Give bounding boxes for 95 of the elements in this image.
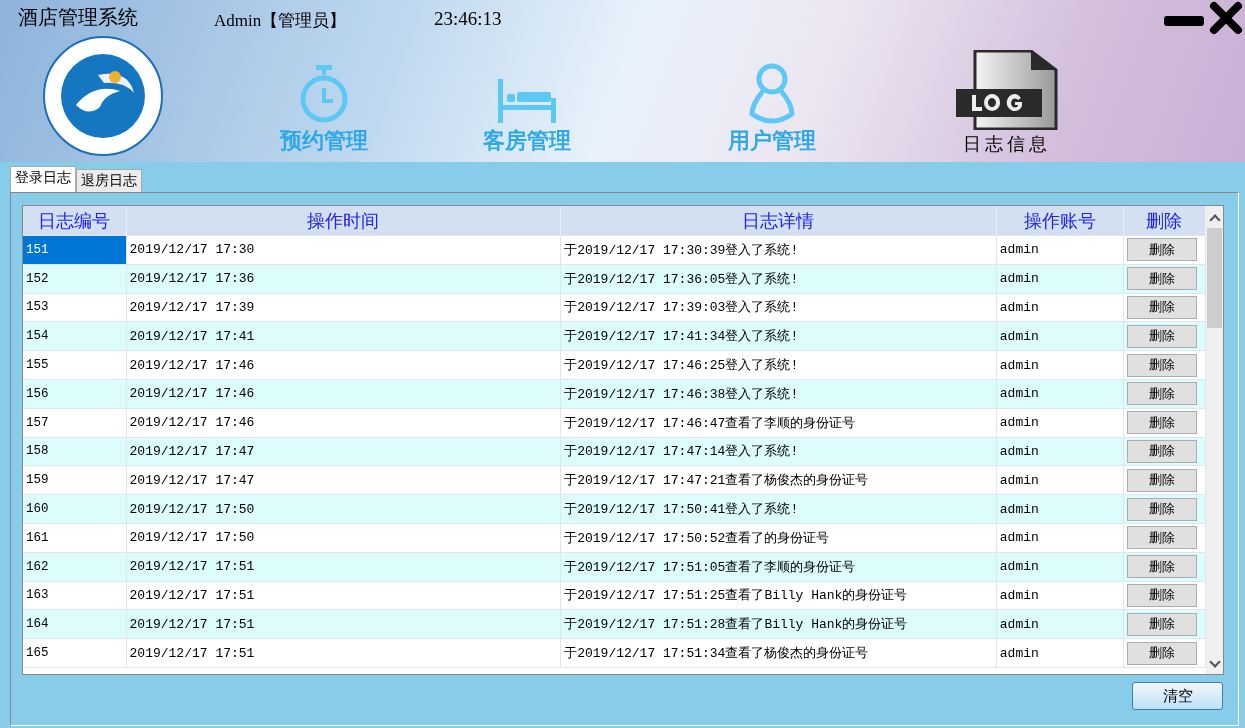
- column-header: 日志详情: [560, 206, 997, 236]
- delete-button[interactable]: 删除: [1126, 439, 1197, 463]
- table-cell: 2019/12/17 17:46: [126, 408, 561, 438]
- table-cell: 2019/12/17 17:50: [126, 523, 561, 553]
- table-cell: 152: [23, 264, 127, 294]
- table-cell: 154: [23, 321, 127, 351]
- table-cell: 于2019/12/17 17:30:39登入了系统!: [560, 235, 997, 265]
- table-cell: 165: [23, 638, 127, 668]
- table-cell: admin: [996, 465, 1124, 495]
- table-cell: 2019/12/17 17:51: [126, 552, 561, 582]
- delete-button[interactable]: 删除: [1126, 583, 1197, 607]
- table-cell: 于2019/12/17 17:51:25查看了Billy Hank的身份证号: [560, 581, 997, 610]
- table-cell: 158: [23, 437, 127, 466]
- window-title: 酒店管理系统: [18, 4, 139, 31]
- table-cell: 于2019/12/17 17:36:05登入了系统!: [560, 264, 997, 294]
- table-cell: 151: [23, 235, 127, 265]
- table-cell: 155: [23, 350, 127, 380]
- table-cell: admin: [996, 321, 1124, 351]
- minimize-icon[interactable]: [1163, 14, 1205, 27]
- table-cell: 2019/12/17 17:51: [126, 638, 561, 668]
- table-cell: admin: [996, 437, 1124, 466]
- table-cell: admin: [996, 552, 1124, 582]
- logo-icon: [42, 35, 164, 157]
- delete-button[interactable]: 删除: [1126, 382, 1197, 406]
- delete-button[interactable]: 删除: [1126, 267, 1197, 291]
- delete-button[interactable]: 删除: [1126, 641, 1197, 665]
- table-cell: 于2019/12/17 17:41:34登入了系统!: [560, 321, 997, 351]
- tab[interactable]: 登录日志: [10, 166, 76, 192]
- table-cell: admin: [996, 638, 1124, 668]
- delete-button[interactable]: 删除: [1126, 238, 1197, 262]
- log-file-icon: [954, 50, 1059, 130]
- delete-button[interactable]: 删除: [1126, 324, 1197, 348]
- table-cell: 2019/12/17 17:46: [126, 379, 561, 409]
- table-cell: admin: [996, 235, 1124, 265]
- column-header: 操作账号: [996, 206, 1124, 236]
- delete-button[interactable]: 删除: [1126, 353, 1197, 377]
- table-cell: admin: [996, 379, 1124, 409]
- stopwatch-icon: [298, 64, 350, 124]
- clear-button[interactable]: 清空: [1132, 682, 1223, 710]
- table-cell: 2019/12/17 17:41: [126, 321, 561, 351]
- table-cell: 153: [23, 293, 127, 322]
- table-cell: 156: [23, 379, 127, 409]
- table-cell: 于2019/12/17 17:39:03登入了系统!: [560, 293, 997, 322]
- table-cell: 2019/12/17 17:50: [126, 494, 561, 524]
- table-cell: 于2019/12/17 17:46:25登入了系统!: [560, 350, 997, 380]
- delete-button[interactable]: 删除: [1126, 497, 1197, 521]
- column-header: 日志编号: [23, 206, 127, 236]
- table-cell: 159: [23, 465, 127, 495]
- table-cell: 162: [23, 552, 127, 582]
- scrollbar[interactable]: [1206, 206, 1223, 674]
- table-cell: 于2019/12/17 17:47:14登入了系统!: [560, 437, 997, 466]
- table-cell: 2019/12/17 17:36: [126, 264, 561, 294]
- scroll-thumb[interactable]: [1207, 228, 1222, 328]
- table-cell: 2019/12/17 17:46: [126, 350, 561, 380]
- table-cell: 2019/12/17 17:47: [126, 437, 561, 466]
- table-cell: 于2019/12/17 17:51:28查看了Billy Hank的身份证号: [560, 609, 997, 639]
- bed-icon: [496, 78, 557, 124]
- table-cell: admin: [996, 609, 1124, 639]
- table-cell: 164: [23, 609, 127, 639]
- delete-button[interactable]: 删除: [1126, 468, 1197, 492]
- table-cell: 160: [23, 494, 127, 524]
- column-header: 操作时间: [126, 206, 561, 236]
- table-cell: 于2019/12/17 17:50:52查看了的身份证号: [560, 523, 997, 553]
- table-cell: admin: [996, 408, 1124, 438]
- close-icon[interactable]: [1209, 1, 1243, 35]
- user-label: Admin【管理员】: [214, 10, 348, 32]
- table-cell: 2019/12/17 17:39: [126, 293, 561, 322]
- delete-button[interactable]: 删除: [1126, 526, 1197, 550]
- table-cell: 161: [23, 523, 127, 553]
- table-cell: 于2019/12/17 17:47:21查看了杨俊杰的身份证号: [560, 465, 997, 495]
- delete-button[interactable]: 删除: [1126, 411, 1197, 435]
- table-cell: 于2019/12/17 17:51:34查看了杨俊杰的身份证号: [560, 638, 997, 668]
- user-icon: [747, 62, 796, 124]
- delete-button[interactable]: 删除: [1126, 296, 1197, 319]
- delete-button[interactable]: 删除: [1126, 555, 1197, 579]
- table-cell: admin: [996, 494, 1124, 524]
- table-cell: 于2019/12/17 17:46:47查看了李顺的身份证号: [560, 408, 997, 438]
- table-cell: 2019/12/17 17:47: [126, 465, 561, 495]
- tab[interactable]: 退房日志: [76, 169, 142, 192]
- clock: 23:46:13: [434, 8, 502, 30]
- table-cell: admin: [996, 523, 1124, 553]
- table-cell: 2019/12/17 17:30: [126, 235, 561, 265]
- delete-button[interactable]: 删除: [1126, 612, 1197, 636]
- table-cell: 2019/12/17 17:51: [126, 609, 561, 639]
- table-cell: admin: [996, 293, 1124, 322]
- table-cell: 163: [23, 581, 127, 610]
- table-cell: 于2019/12/17 17:50:41登入了系统!: [560, 494, 997, 524]
- table-cell: admin: [996, 581, 1124, 610]
- table-cell: 于2019/12/17 17:51:05查看了李顺的身份证号: [560, 552, 997, 582]
- table-cell: 157: [23, 408, 127, 438]
- table-cell: admin: [996, 350, 1124, 380]
- table-cell: admin: [996, 264, 1124, 294]
- table-cell: 2019/12/17 17:51: [126, 581, 561, 610]
- table-cell: 于2019/12/17 17:46:38登入了系统!: [560, 379, 997, 409]
- column-header: 删除: [1123, 206, 1206, 236]
